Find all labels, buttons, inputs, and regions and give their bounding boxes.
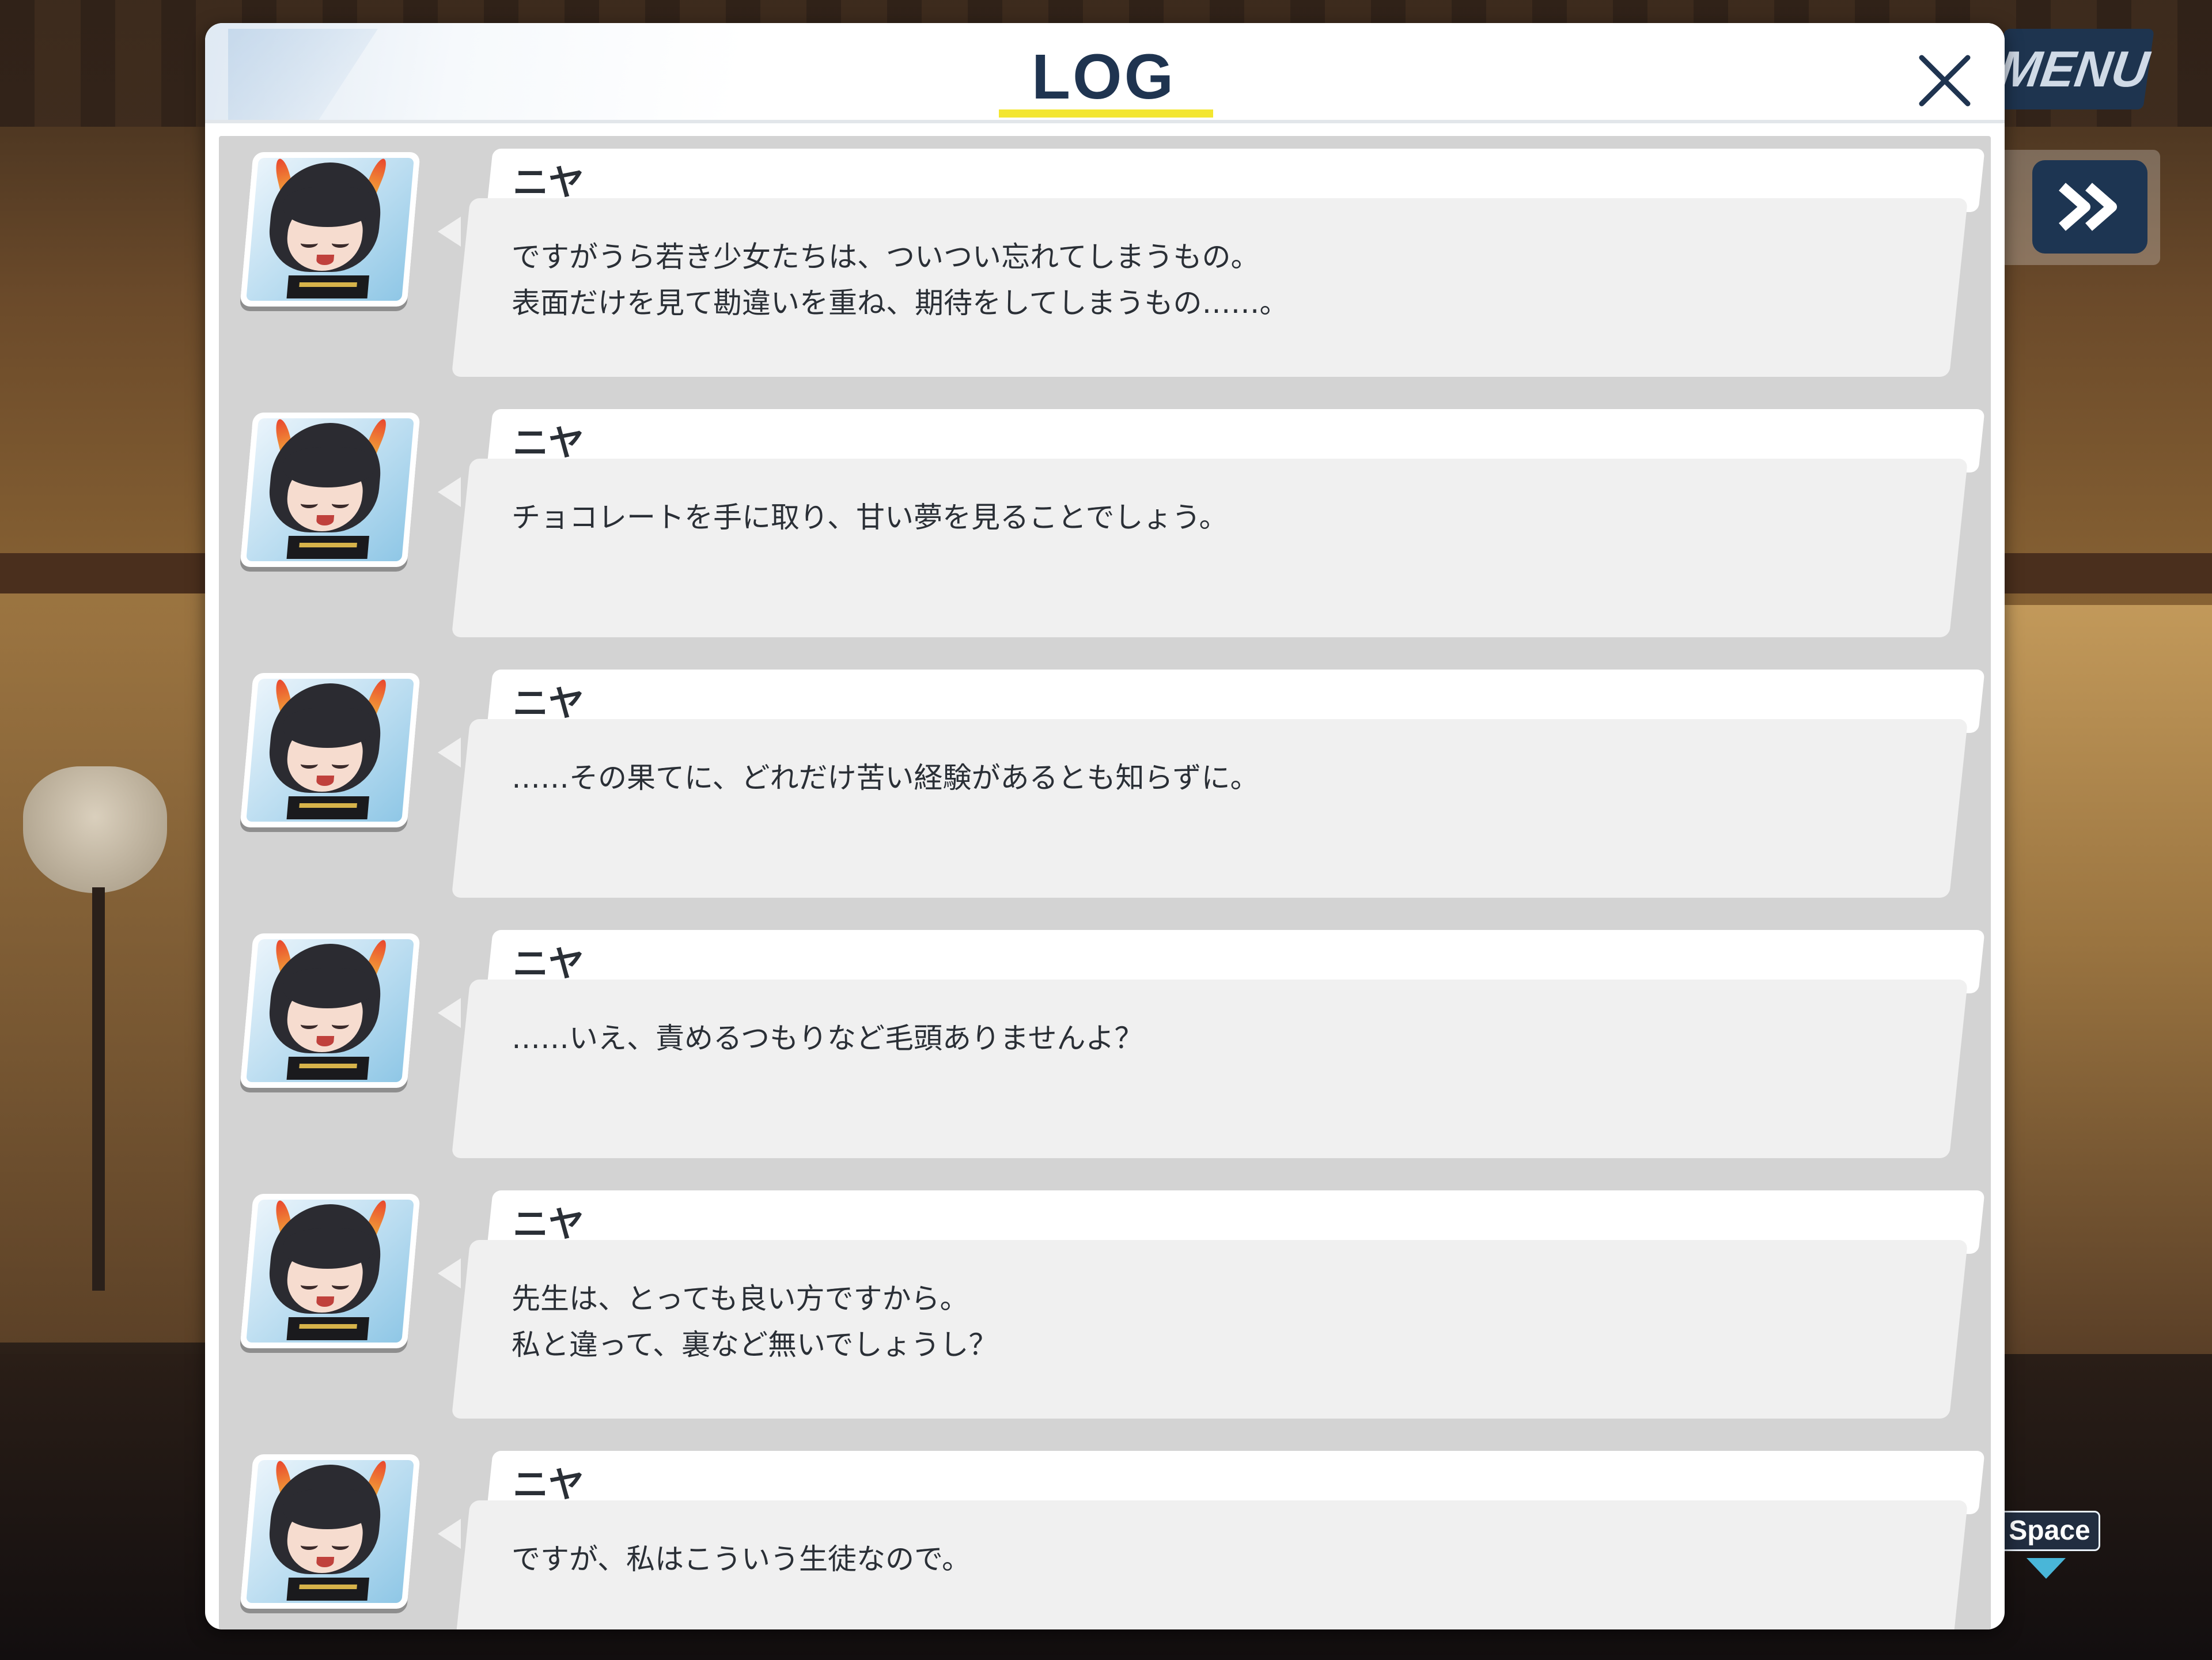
avatar [240, 1454, 421, 1609]
message-bubble [451, 980, 1968, 1158]
close-button[interactable] [1904, 40, 1985, 121]
bubble-tail [438, 738, 461, 767]
log-entry: ニヤ ……いえ、責めるつもりなど毛頭ありませんよ？ [219, 917, 1991, 1165]
advance-arrow-icon [2027, 1558, 2066, 1579]
message-bubble [451, 459, 1968, 637]
speaker-name: ニヤ [513, 682, 585, 724]
menu-button[interactable]: MENU [1993, 29, 2154, 109]
fast-forward-icon [2059, 183, 2117, 231]
avatar [240, 152, 421, 307]
background-wall-left [0, 593, 219, 1343]
log-entry: ニヤ ですが、私はこういう生徒なので。 [219, 1438, 1991, 1629]
message-text: ……その果てに、どれだけ苦い経験があるとも知らずに。 [512, 761, 1259, 795]
avatar [240, 413, 421, 567]
message-text: ですが、私はこういう生徒なので。 [512, 1542, 971, 1576]
log-title: LOG [1031, 41, 1176, 112]
log-entry: ニヤ ですがうら若き少女たちは、ついつい忘れてしまうもの。 表面だけを見て勘違い… [219, 136, 1991, 384]
bubble-tail [438, 1519, 461, 1549]
speaker-name: ニヤ [513, 943, 585, 985]
log-entry: ニヤ ……その果てに、どれだけ苦い経験があるとも知らずに。 [219, 657, 1991, 905]
message-text: 先生は、とっても良い方ですから。 私と違って、裏など無いでしょうし？ [512, 1282, 998, 1362]
title-underline [999, 109, 1213, 118]
bubble-tail [438, 998, 461, 1028]
log-window: LOG ニヤ ですがうら若き少女たちは、ついつい忘れてしまうもの。 表面だけを見… [205, 23, 2005, 1629]
space-key-badge: Space [1999, 1511, 2100, 1551]
message-text: チョコレートを手に取り、甘い夢を見ることでしょう。 [512, 501, 1228, 534]
log-header: LOG [205, 23, 2005, 121]
skip-button[interactable] [2032, 160, 2147, 254]
header-decoration [228, 29, 378, 121]
avatar [240, 673, 421, 827]
message-text: ですがうら若き少女たちは、ついつい忘れてしまうもの。 表面だけを見て勘違いを重ね… [512, 240, 1289, 320]
speaker-name: ニヤ [513, 161, 585, 203]
background-lamp-pole [92, 887, 105, 1291]
log-entry: ニヤ 先生は、とっても良い方ですから。 私と違って、裏など無いでしょうし？ [219, 1178, 1991, 1425]
message-text: ……いえ、責めるつもりなど毛頭ありませんよ？ [512, 1022, 1143, 1055]
background-wall-right [2005, 605, 2212, 1354]
log-list[interactable]: ニヤ ですがうら若き少女たちは、ついつい忘れてしまうもの。 表面だけを見て勘違い… [219, 136, 1991, 1629]
close-icon [1919, 55, 1971, 107]
avatar [240, 1194, 421, 1348]
speaker-name: ニヤ [513, 422, 585, 464]
speaker-name: ニヤ [513, 1464, 585, 1506]
bubble-tail [438, 217, 461, 247]
log-entry: ニヤ チョコレートを手に取り、甘い夢を見ることでしょう。 [219, 396, 1991, 644]
avatar [240, 933, 421, 1088]
header-divider [205, 120, 2005, 123]
bubble-tail [438, 1258, 461, 1288]
message-bubble [451, 719, 1968, 898]
speaker-name: ニヤ [513, 1203, 585, 1245]
background-lamp [23, 766, 167, 893]
bubble-tail [438, 477, 461, 507]
